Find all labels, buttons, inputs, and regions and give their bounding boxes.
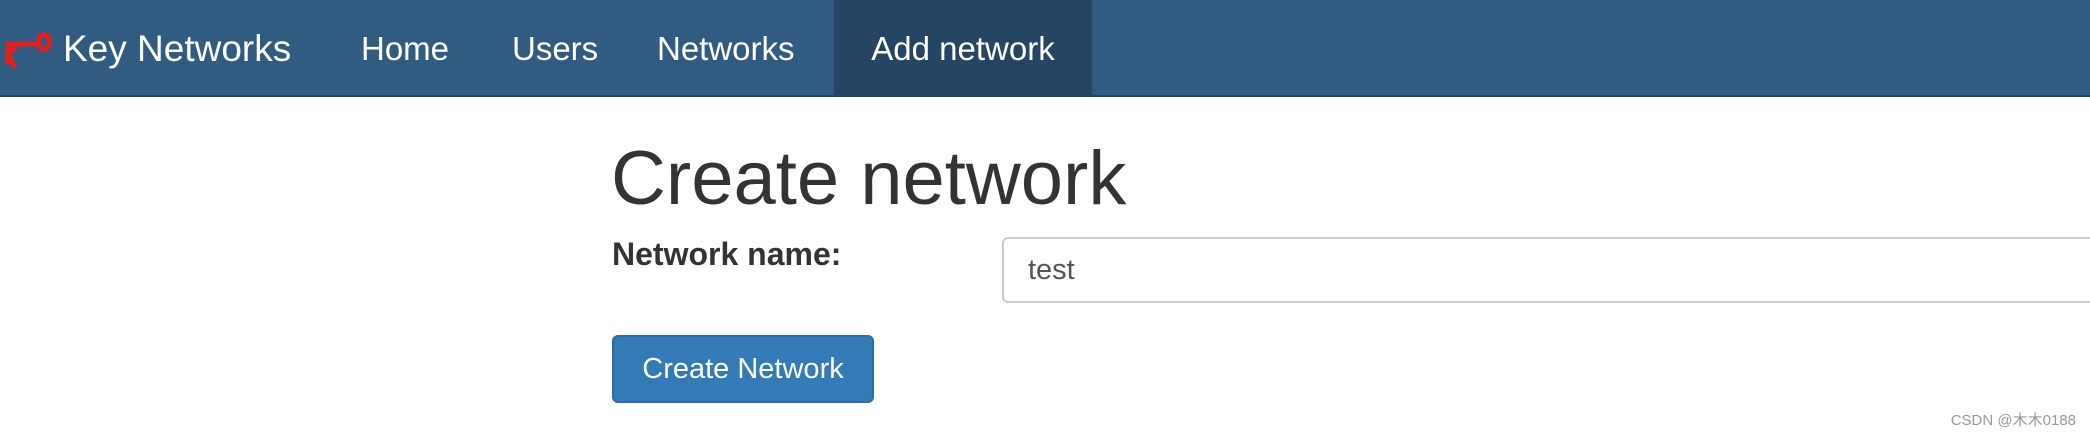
nav-home[interactable]: Home (361, 0, 449, 97)
nav-users[interactable]: Users (512, 0, 598, 97)
watermark: CSDN @木木0188 (1950, 412, 2076, 429)
page-title: Create network (611, 136, 1127, 221)
network-name-label: Network name: (612, 236, 842, 272)
create-network-button[interactable]: Create Network (612, 335, 874, 403)
nav-networks[interactable]: Networks (657, 0, 795, 97)
top-navbar: Key Networks Home Users Networks Add net… (0, 0, 2090, 97)
key-icon (5, 32, 52, 69)
nav-add-network[interactable]: Add network (834, 0, 1092, 97)
network-name-input[interactable] (1002, 237, 2090, 303)
brand-title: Key Networks (63, 28, 292, 69)
